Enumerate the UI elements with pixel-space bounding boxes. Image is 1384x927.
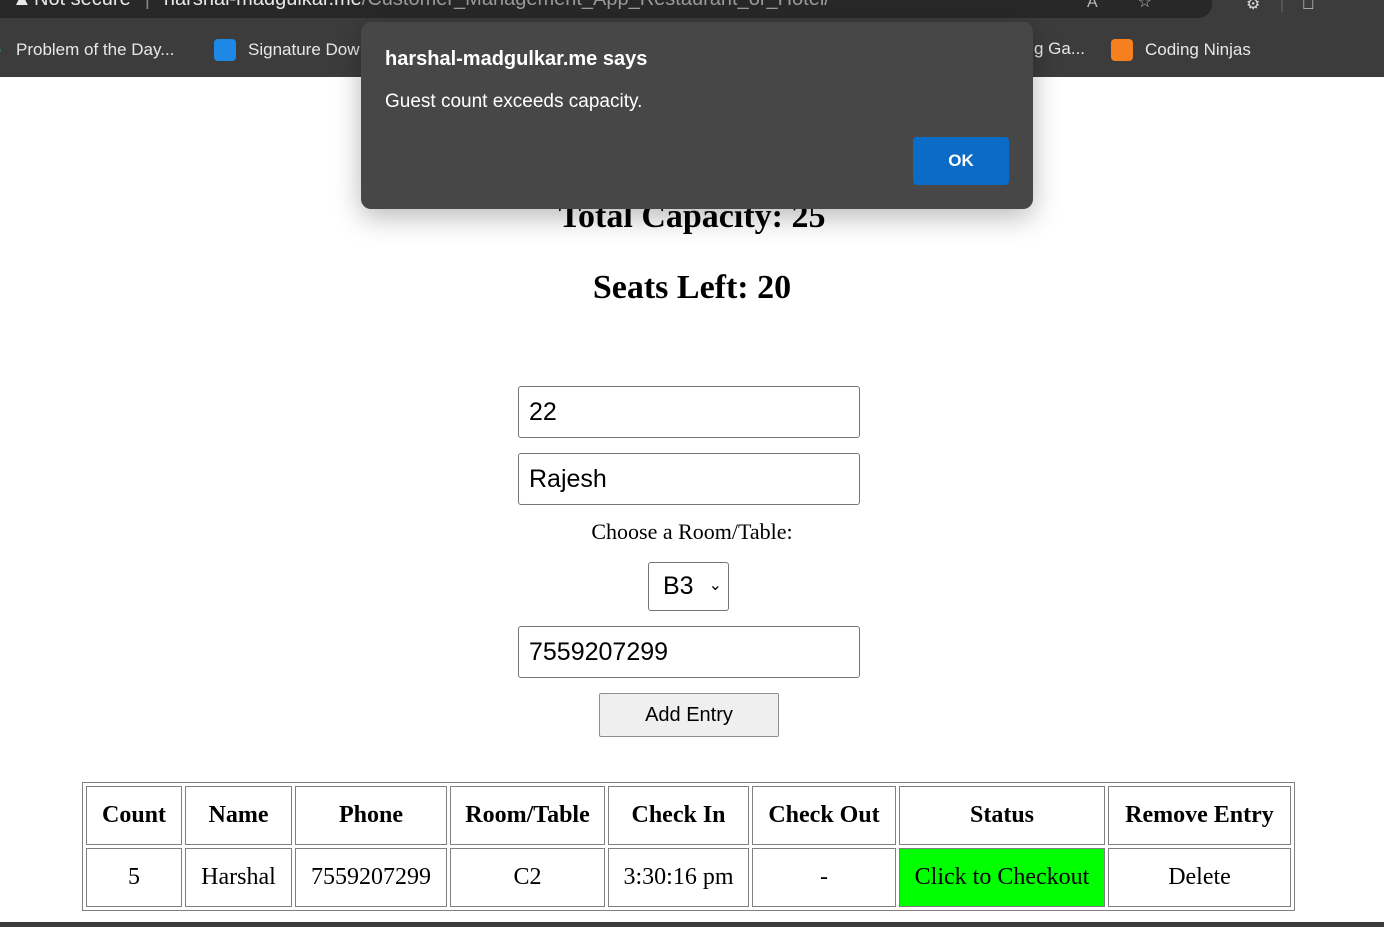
- cell-phone: 7559207299: [295, 848, 447, 907]
- checkout-button[interactable]: Click to Checkout: [899, 848, 1105, 907]
- delete-button[interactable]: Delete: [1108, 848, 1291, 907]
- read-aloud-icon[interactable]: A: [1087, 0, 1138, 11]
- entries-table: Count Name Phone Room/Table Check In Che…: [82, 782, 1295, 911]
- header-remove: Remove Entry: [1108, 786, 1291, 845]
- header-check-in: Check In: [608, 786, 749, 845]
- header-count: Count: [86, 786, 182, 845]
- url-separator: |: [145, 0, 150, 10]
- add-entry-button[interactable]: Add Entry: [599, 693, 779, 737]
- gfg-icon: S: [0, 39, 4, 61]
- cell-name: Harshal: [185, 848, 292, 907]
- bookmark-label: Coding Ninjas: [1145, 40, 1251, 59]
- header-phone: Phone: [295, 786, 447, 845]
- bookmark-coding-ninjas[interactable]: Coding Ninjas: [1111, 39, 1251, 61]
- phone-input[interactable]: 7559207299: [518, 626, 860, 678]
- favorite-star-icon[interactable]: ☆: [1138, 0, 1192, 11]
- guest-count-input[interactable]: 22: [518, 386, 860, 438]
- coding-ninjas-icon: [1111, 39, 1133, 61]
- toolbar-divider: |: [1280, 0, 1284, 13]
- url-path: /Customer_Management_App_Restaurant_or_H…: [362, 0, 830, 10]
- bookmark-game[interactable]: g Ga...: [1034, 39, 1085, 59]
- table-row: 5 Harshal 7559207299 C2 3:30:16 pm - Cli…: [86, 848, 1291, 907]
- alert-dialog: harshal-madgulkar.me says Guest count ex…: [361, 22, 1033, 209]
- bottom-edge: [0, 922, 1384, 927]
- header-name: Name: [185, 786, 292, 845]
- dialog-message: Guest count exceeds capacity.: [385, 91, 643, 112]
- ok-button[interactable]: OK: [913, 137, 1009, 185]
- dialog-title: harshal-madgulkar.me says: [385, 48, 648, 70]
- cell-count: 5: [86, 848, 182, 907]
- url-host: harshal-madgulkar.me: [164, 0, 362, 10]
- name-input[interactable]: Rajesh: [518, 453, 860, 505]
- room-select-value: B3: [663, 572, 694, 600]
- room-select-label: Choose a Room/Table:: [591, 519, 793, 544]
- address-bar[interactable]: ▲Not secure | harshal-madgulkar.me/Custome…: [0, 0, 1212, 18]
- bookmark-problem-of-the-day[interactable]: S Problem of the Day...: [0, 39, 174, 61]
- signature-icon: [214, 39, 236, 61]
- seats-left-heading: Seats Left: 20: [592, 269, 792, 306]
- browser-toolbar: ▲Not secure | harshal-madgulkar.me/Custome…: [0, 0, 1384, 22]
- chevron-down-icon: ⌄: [708, 577, 722, 594]
- header-check-out: Check Out: [752, 786, 896, 845]
- collections-icon[interactable]: □: [1304, 0, 1314, 13]
- bookmark-label: Problem of the Day...: [16, 40, 175, 59]
- header-room: Room/Table: [450, 786, 605, 845]
- extensions-icon[interactable]: ⚙: [1246, 0, 1260, 13]
- warning-icon: ▲: [12, 0, 34, 11]
- cell-check-in: 3:30:16 pm: [608, 848, 749, 907]
- cell-check-out: -: [752, 848, 896, 907]
- bookmark-signature-download[interactable]: Signature Dow: [214, 39, 360, 61]
- cell-room: C2: [450, 848, 605, 907]
- bookmark-label: g Ga...: [1034, 39, 1086, 58]
- header-status: Status: [899, 786, 1105, 845]
- table-header-row: Count Name Phone Room/Table Check In Che…: [86, 786, 1291, 845]
- room-select[interactable]: B3 ⌄: [648, 562, 729, 611]
- security-label: Not secure: [34, 0, 131, 10]
- bookmark-label: Signature Dow: [248, 40, 360, 59]
